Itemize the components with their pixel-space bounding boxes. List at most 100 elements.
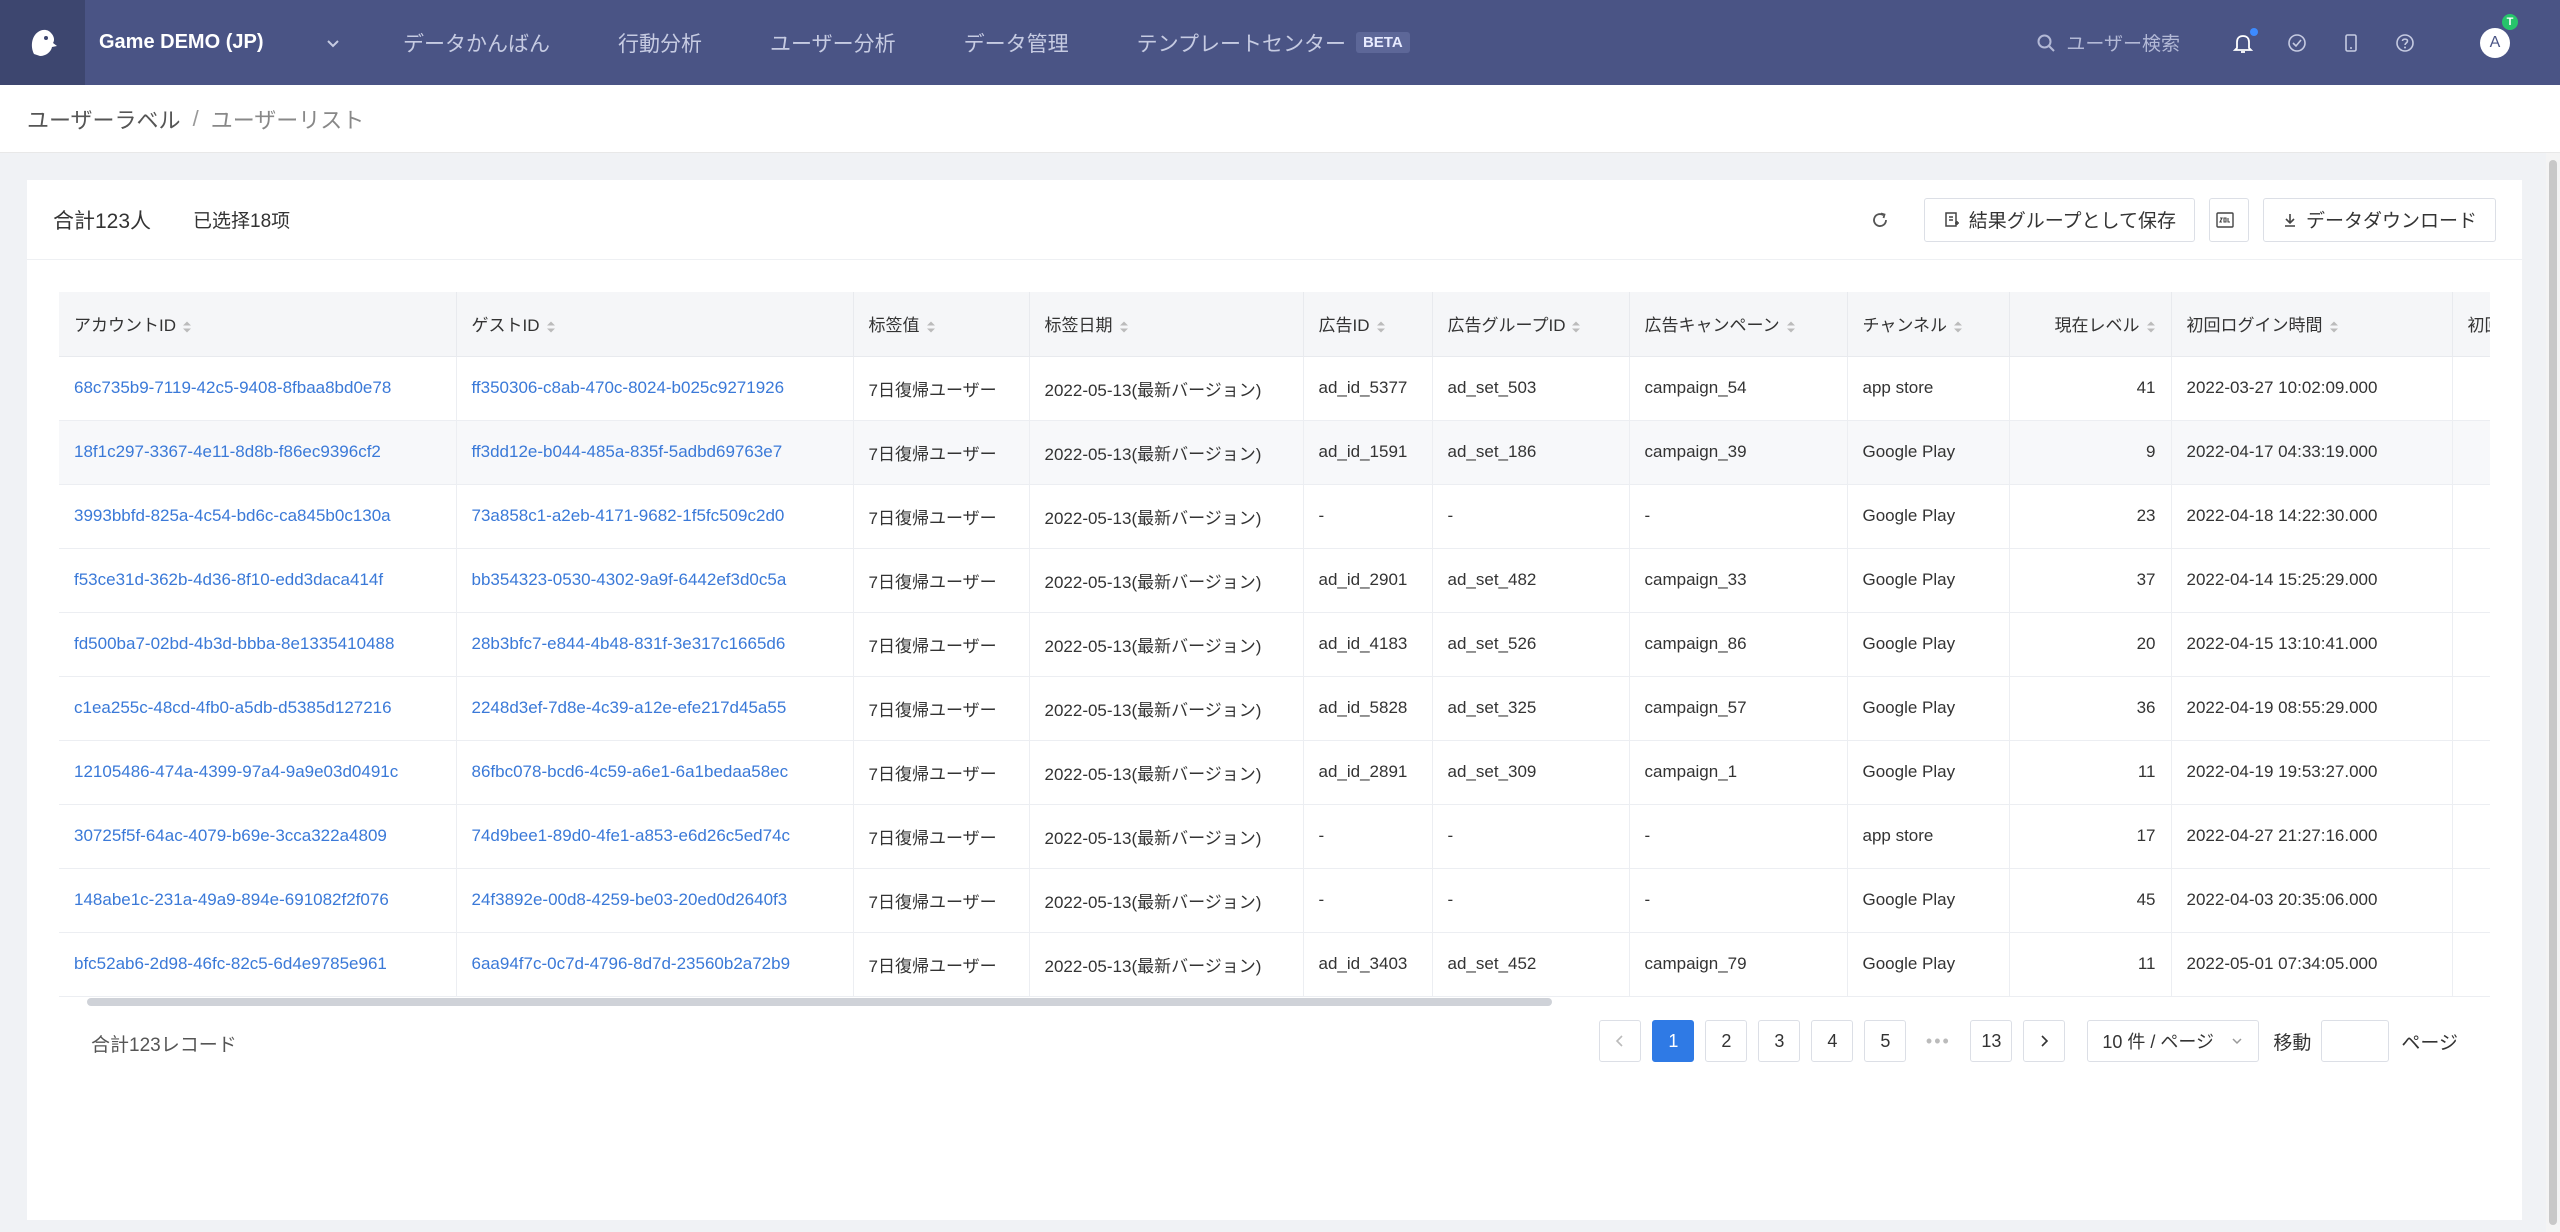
table-cell[interactable]: fd500ba7-02bd-4b3d-bbba-8e1335410488 [59,612,457,677]
table-cell: Google Play [1847,740,2010,805]
page-last[interactable]: 13 [1970,1020,2013,1062]
page-4[interactable]: 4 [1811,1020,1854,1062]
table-cell: 45 [2009,868,2172,933]
page-size-select[interactable]: 10 件 / ページ [2087,1020,2260,1062]
task-button[interactable] [2286,32,2308,54]
mobile-button[interactable] [2340,32,2362,54]
project-selector[interactable]: Game DEMO (JP) [85,31,355,54]
table-cell[interactable]: f53ce31d-362b-4d36-8f10-edd3daca414f [59,548,457,613]
column-header-label: 标签值 [868,316,920,336]
table-row[interactable]: f53ce31d-362b-4d36-8f10-edd3daca414f bb35… [59,548,2490,613]
table-cell[interactable]: 74d9bee1-89d0-4fe1-a853-e6d26c5ed74c [456,804,854,869]
sql-button[interactable] [2208,197,2249,242]
sort-icon[interactable] [1571,320,1581,334]
column-header-1[interactable]: ゲストID [456,292,854,357]
nav-template-center[interactable]: テンプレートセンター BETA [1137,28,1410,58]
prev-page-button[interactable] [1599,1020,1642,1062]
table-cell: - [1303,804,1433,869]
table-cell[interactable]: 3993bbfd-825a-4c54-bd6c-ca845b0c130a [59,484,457,549]
sort-icon[interactable] [926,320,936,334]
table-cell[interactable]: ff350306-c8ab-470c-8024-b025c9271926 [456,356,854,421]
column-header-9[interactable]: 初回ログイン時間 [2171,292,2453,357]
sort-icon[interactable] [2329,320,2339,334]
table-cell[interactable]: c1ea255c-48cd-4fb0-a5db-d5385d127216 [59,676,457,741]
logo[interactable] [0,0,85,85]
column-header-4[interactable]: 広告ID [1303,292,1433,357]
total-records: 合計123レコード [91,1035,237,1056]
breadcrumb-parent[interactable]: ユーザーラベル [27,103,181,135]
column-header-2[interactable]: 标签值 [853,292,1030,357]
sort-icon[interactable] [1786,320,1796,334]
next-page-button[interactable] [2023,1020,2066,1062]
table-cell: 2022-04-18 14:22:30.000 [2171,484,2453,549]
table-cell[interactable]: 148abe1c-231a-49a9-894e-691082f2f076 [59,868,457,933]
table-row[interactable]: 68c735b9-7119-42c5-9408-8fbaa8bd0e78 ff35… [59,356,2490,421]
table-row[interactable]: bfc52ab6-2d98-46fc-82c5-6d4e9785e961 6aa9… [59,932,2490,997]
table-cell[interactable]: 6aa94f7c-0c7d-4796-8d7d-23560b2a72b9 [456,932,854,997]
table-cell: - [1629,868,1848,933]
help-button[interactable] [2394,32,2416,54]
table-cell[interactable]: bb354323-0530-4302-9a9f-6442ef3d0c5a [456,548,854,613]
table-cell[interactable]: 28b3bfc7-e844-4b48-831f-3e317c1665d6 [456,612,854,677]
user-avatar[interactable]: A T [2480,13,2518,58]
refresh-button[interactable] [1870,210,1890,230]
table-cell[interactable]: ff3dd12e-b044-485a-835f-5adbd69763e7 [456,420,854,485]
column-header-10[interactable]: 初回 [2452,292,2491,357]
table-cell: 2022-05-13(最新バージョン) [1029,612,1304,677]
sort-icon[interactable] [1953,320,1963,334]
column-header-7[interactable]: チャンネル [1847,292,2010,357]
jump-page-input[interactable] [2321,1020,2390,1062]
table-cell[interactable]: 30725f5f-64ac-4079-b69e-3cca322a4809 [59,804,457,869]
table-cell[interactable]: 18f1c297-3367-4e11-8d8b-f86ec9396cf2 [59,420,457,485]
table-cell[interactable]: 12105486-474a-4399-97a4-9a9e03d0491c [59,740,457,805]
column-header-label: 広告キャンペーン [1644,316,1780,336]
page-2[interactable]: 2 [1705,1020,1748,1062]
table-cell[interactable]: 68c735b9-7119-42c5-9408-8fbaa8bd0e78 [59,356,457,421]
nav-user-analysis[interactable]: ユーザー分析 [770,28,896,58]
horizontal-scrollbar[interactable] [87,998,1552,1006]
column-header-label: チャンネル [1862,316,1948,336]
table-cell: campaign_33 [1629,548,1848,613]
table-cell[interactable]: 86fbc078-bcd6-4c59-a6e1-6a1bedaa58ec [456,740,854,805]
table-row[interactable]: fd500ba7-02bd-4b3d-bbba-8e1335410488 28b3… [59,612,2490,677]
page-scrollbar-thumb[interactable] [2549,160,2557,1225]
table-row[interactable]: 18f1c297-3367-4e11-8d8b-f86ec9396cf2 ff3d… [59,420,2490,485]
table-row[interactable]: 3993bbfd-825a-4c54-bd6c-ca845b0c130a 73a8… [59,484,2490,549]
table-row[interactable]: 12105486-474a-4399-97a4-9a9e03d0491c 86fb… [59,740,2490,805]
sort-icon[interactable] [1119,320,1129,334]
sort-icon[interactable] [546,320,556,334]
sort-icon[interactable] [182,320,192,334]
nav-behavior-analysis[interactable]: 行動分析 [618,28,702,58]
table-cell[interactable]: 24f3892e-00d8-4259-be03-20ed0d2640f3 [456,868,854,933]
page-ellipsis[interactable]: ••• [1917,1020,1960,1062]
nav-data-management[interactable]: データ管理 [964,28,1069,58]
column-header-0[interactable]: アカウントID [59,292,457,357]
user-search[interactable]: ユーザー検索 [2036,29,2180,56]
table-cell: 7日復帰ユーザー [853,740,1030,805]
table-cell[interactable]: bfc52ab6-2d98-46fc-82c5-6d4e9785e961 [59,932,457,997]
table-row[interactable]: 148abe1c-231a-49a9-894e-691082f2f076 24f3… [59,868,2490,933]
sort-icon[interactable] [1376,320,1386,334]
column-header-label: 初回 [2467,316,2491,336]
table-row[interactable]: c1ea255c-48cd-4fb0-a5db-d5385d127216 2248… [59,676,2490,741]
table-body: 68c735b9-7119-42c5-9408-8fbaa8bd0e78 ff35… [59,356,2490,997]
save-as-group-button[interactable]: 結果グループとして保存 [1923,197,2195,242]
page-3[interactable]: 3 [1758,1020,1801,1062]
sort-icon[interactable] [2146,320,2156,334]
column-header-8[interactable]: 現在レベル [2009,292,2172,357]
notification-button[interactable] [2232,27,2258,54]
table-cell[interactable]: 2248d3ef-7d8e-4c39-a12e-efe217d45a55 [456,676,854,741]
column-header-3[interactable]: 标签日期 [1029,292,1304,357]
avatar: A [2480,27,2510,58]
user-list-card: 合計123人 已选择18项 結果グループとして保存 データダウンロード アカウン… [27,180,2522,1220]
table-cell[interactable]: 73a858c1-a2eb-4171-9682-1f5fc509c2d0 [456,484,854,549]
page-5[interactable]: 5 [1864,1020,1907,1062]
table-cell: 2022-05-13(最新バージョン) [1029,420,1304,485]
table-row[interactable]: 30725f5f-64ac-4079-b69e-3cca322a4809 74d9… [59,804,2490,869]
column-header-5[interactable]: 広告グループID [1432,292,1630,357]
column-header-6[interactable]: 広告キャンペーン [1629,292,1848,357]
nav-data-board[interactable]: データかんばん [403,28,550,58]
data-download-button[interactable]: データダウンロード [2262,197,2496,242]
page-1[interactable]: 1 [1652,1020,1695,1062]
top-navigation-bar: Game DEMO (JP) データかんばん 行動分析 ユーザー分析 データ管理… [0,0,2560,85]
